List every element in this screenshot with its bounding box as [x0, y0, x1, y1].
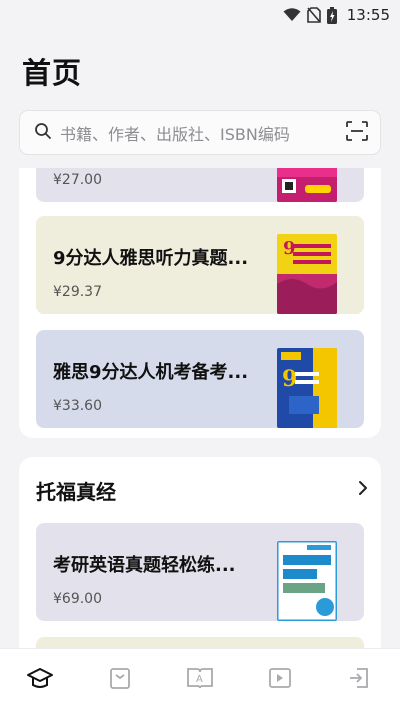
book-price: ¥27.00	[53, 172, 102, 188]
nav-tab-reader[interactable]: A	[170, 650, 230, 710]
book-cover	[277, 168, 337, 202]
battery-charging-icon	[326, 6, 337, 24]
search-bar[interactable]: 书籍、作者、出版社、ISBN编码	[19, 110, 381, 155]
search-icon	[34, 122, 52, 144]
video-icon	[268, 667, 292, 693]
content-scroll[interactable]: ¥27.00 9分达人雅思听力真题... ¥29.37 9 雅思9分达人机考备考…	[0, 168, 400, 648]
book-price: ¥29.37	[53, 284, 102, 300]
book-open-icon: A	[186, 666, 214, 694]
status-time: 13:55	[346, 6, 390, 24]
nav-tab-profile[interactable]	[330, 650, 390, 710]
graduation-cap-icon	[26, 666, 54, 694]
page-title: 首页	[22, 56, 83, 90]
box-icon	[109, 666, 131, 694]
book-card[interactable]: 考研英语真题轻松练... ¥69.00	[36, 523, 364, 621]
book-card[interactable]: ¥27.00	[36, 168, 364, 202]
book-card[interactable]: 雅思9分达人机考备考... ¥33.60 9	[36, 330, 364, 428]
book-price: ¥33.60	[53, 398, 102, 414]
no-sim-icon	[306, 7, 321, 23]
toefl-section: 托福真经 考研英语真题轻松练... ¥69.00	[19, 457, 381, 648]
book-title: 9分达人雅思听力真题...	[53, 248, 249, 269]
section-title: 托福真经	[36, 479, 116, 504]
search-input[interactable]: 书籍、作者、出版社、ISBN编码	[60, 121, 346, 145]
exit-icon	[347, 666, 373, 694]
wifi-icon	[283, 8, 301, 22]
book-card[interactable]: 9分达人雅思听力真题... ¥29.37 9	[36, 216, 364, 314]
book-cover	[277, 541, 337, 621]
book-section: ¥27.00 9分达人雅思听力真题... ¥29.37 9 雅思9分达人机考备考…	[19, 168, 381, 438]
book-card[interactable]	[36, 637, 364, 648]
book-cover: 9	[277, 348, 337, 428]
section-header[interactable]: 托福真经	[36, 475, 369, 505]
nav-tab-bookshelf[interactable]	[90, 650, 150, 710]
book-title: 雅思9分达人机考备考...	[53, 362, 249, 383]
svg-text:A: A	[196, 674, 203, 685]
book-cover: 9	[277, 234, 337, 314]
nav-tab-video[interactable]	[250, 650, 310, 710]
nav-tab-home[interactable]	[10, 650, 70, 710]
bottom-nav: A	[0, 648, 400, 710]
scan-icon[interactable]	[346, 120, 368, 145]
svg-text:9: 9	[282, 366, 297, 392]
book-price: ¥69.00	[53, 591, 102, 607]
chevron-right-icon[interactable]	[357, 480, 369, 500]
status-bar: 13:55	[0, 0, 400, 30]
book-title: 考研英语真题轻松练...	[53, 555, 236, 576]
